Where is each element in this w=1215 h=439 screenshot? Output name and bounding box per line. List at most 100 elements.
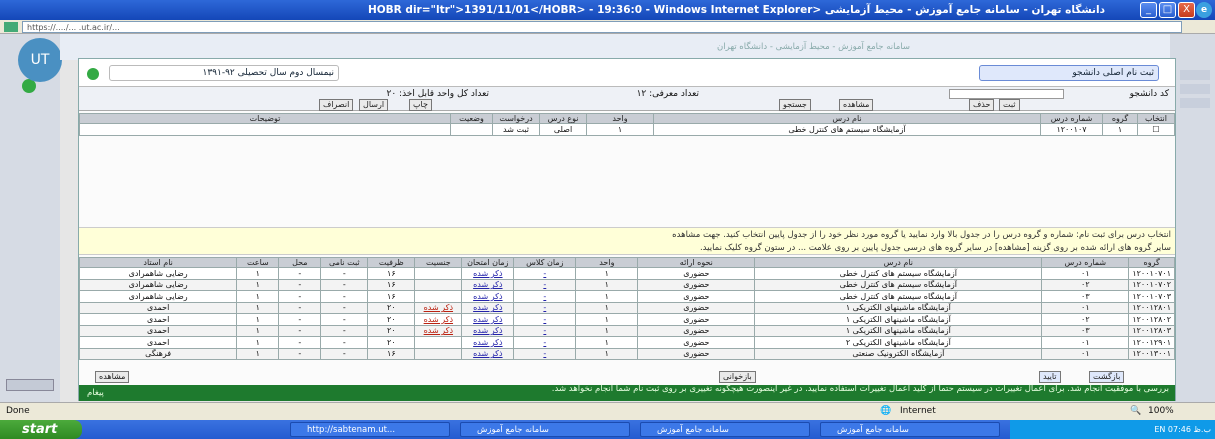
table-row[interactable]: ۱۲۰۰۱۲۹۰۱ ۰۱ آزمایشگاه ماشینهای الکتریکی ۲… [78,336,1175,349]
cell-teacher: احمدی [78,324,238,337]
cell-capacity: ۲۰ [367,313,416,326]
cell-class-time[interactable]: - [513,336,577,349]
col-header: وضعیت [450,113,493,124]
cell-course-code[interactable]: ۱۲۰۰۱۰۷ [1040,123,1103,136]
taskbar-item[interactable]: سامانه جامع آموزش [820,422,1000,437]
cell-group[interactable]: ۱۲۰۰۱۳۰۰۱ [1128,347,1175,360]
url-field[interactable]: https://..../... .ut.ac.ir/... [22,21,1182,33]
cell-class-time[interactable]: - [513,313,577,326]
close-button[interactable]: X [1178,2,1195,18]
cell-gender[interactable] [414,290,463,303]
cell-class-time[interactable]: - [513,347,577,360]
table-row[interactable]: ۱۲۰۰۱۰۷۰۲ ۰۲ آزمایشگاه سیستم های کنترل خطی… [78,278,1175,291]
view-button[interactable]: مشاهده [95,371,130,383]
table-header-row: گروه شماره درس نام درس نحوه ارائه واحد ز… [78,257,1175,268]
cell-exam-time[interactable]: ذکر شده [461,278,515,291]
refresh-button[interactable]: بازخوانی [719,371,756,383]
cancel-button[interactable]: انصراف [319,99,354,111]
cell-course-code: ۰۳ [1041,290,1130,303]
col-header: ظرفیت [367,257,416,268]
student-code-label: کد دانشجو [1129,89,1169,99]
maximize-button[interactable]: □ [1159,2,1176,18]
cell-exam-time[interactable]: ذکر شده [461,336,515,349]
zone-label: Internet [900,406,936,416]
table-row[interactable]: ۱۲۰۰۱۰۷۰۱ ۰۱ آزمایشگاه سیستم های کنترل خطی… [78,267,1175,280]
zoom-icon: 🔍 [1130,406,1142,416]
cell-teacher: رضایی شاهمرادی [78,290,238,303]
cell-course-name: آزمایشگاه الکترونیک صنعتی [754,347,1043,360]
cell-exam-time[interactable]: ذکر شده [461,313,515,326]
cell-exam-time[interactable]: ذکر شده [461,347,515,360]
cell-gender[interactable] [414,267,463,280]
taskbar-item[interactable]: http://sabtenam.ut... [290,422,450,437]
search-button[interactable]: جستجو [779,99,811,111]
student-code-input[interactable] [949,89,1064,99]
table-row[interactable]: ۱۲۰۰۱۰۷۰۳ ۰۳ آزمایشگاه سیستم های کنترل خطی… [78,290,1175,303]
cell-course-name: آزمایشگاه ماشینهای الکتریکی ۱ [754,313,1043,326]
zoom-level[interactable]: 100% [1148,403,1174,420]
site-header: سامانه جامع آموزش - محیط آزمایشی - دانشگ… [60,34,1170,60]
window-title-bar[interactable]: دانشگاه تهران - سامانه جامع آموزش - محیط… [0,0,1215,20]
cell-class-time[interactable]: - [513,278,577,291]
cell-group[interactable]: ۱۲۰۰۱۲۹۰۱ [1128,336,1175,349]
globe-icon: 🌐 [880,406,892,416]
col-header: محل [278,257,322,268]
selected-courses-table: انتخاب گروه شماره درس نام درس واحد نوع د… [79,113,1175,136]
cell-class-time[interactable]: - [513,267,577,280]
cell-group[interactable]: ۱ [1102,123,1138,136]
cell-gender[interactable] [414,347,463,360]
cell-group[interactable]: ۱۲۰۰۱۲۸۰۲ [1128,313,1175,326]
table-row[interactable]: ۱۲۰۰۱۲۸۰۳ ۰۳ آزمایشگاه ماشینهای الکتریکی ۱… [78,324,1175,337]
cell-class-time[interactable]: - [513,301,577,314]
table-row[interactable]: ۱۲۰۰۱۲۸۰۱ ۰۱ آزمایشگاه ماشینهای الکتریکی ۱… [78,301,1175,314]
cell-group[interactable]: ۱۲۰۰۱۰۷۰۲ [1128,278,1175,291]
cell-notes [79,123,451,136]
cell-group[interactable]: ۱۲۰۰۱۰۷۰۳ [1128,290,1175,303]
cell-units: ۱ [575,290,639,303]
cell-units: ۱ [575,313,639,326]
cell-exam-time[interactable]: ذکر شده [461,267,515,280]
start-button[interactable]: start [0,420,82,439]
cell-gender[interactable]: ذکر شده [414,324,463,337]
tray-clock[interactable]: EN 07:46 ب.ظ [1154,425,1211,434]
view-button[interactable]: مشاهده [839,99,874,111]
taskbar-item[interactable]: سامانه جامع آموزش [460,422,630,437]
col-header: ساعت [236,257,280,268]
right-sidebar-item[interactable] [1180,84,1210,94]
cell-group[interactable]: ۱۲۰۰۱۲۸۰۳ [1128,324,1175,337]
table-row[interactable]: ۱۲۰۰۱۳۰۰۱ ۰۱ آزمایشگاه الکترونیک صنعتی حضور… [78,347,1175,360]
col-header: ثبت نامی [320,257,369,268]
cell-units: ۱ [575,278,639,291]
cell-exam-time[interactable]: ذکر شده [461,301,515,314]
cell-gender[interactable]: ذکر شده [414,301,463,314]
cell-units: ۱ [575,324,639,337]
return-button[interactable]: بازگشت [1089,371,1125,383]
confirm-button[interactable]: تایید [1039,371,1061,383]
send-button[interactable]: ارسال [359,99,389,111]
cell-group[interactable]: ۱۲۰۰۱۰۷۰۱ [1128,267,1175,280]
cell-hours: ۱ [236,278,280,291]
table-row[interactable]: ☐ ۱ ۱۲۰۰۱۰۷ آزمایشگاه سیستم های کنترل خط… [79,123,1175,136]
cell-gender[interactable] [414,278,463,291]
save-button[interactable]: ثبت [999,99,1020,111]
sidebar-button[interactable] [6,379,54,391]
cell-exam-time[interactable]: ذکر شده [461,324,515,337]
cell-gender[interactable]: ذکر شده [414,313,463,326]
delete-button[interactable]: حذف [969,99,995,111]
cell-group[interactable]: ۱۲۰۰۱۲۸۰۱ [1128,301,1175,314]
right-sidebar-item[interactable] [1180,70,1210,80]
success-message: بررسی با موفقیت انجام شد. برای اعمال تغی… [551,384,1169,394]
cell-exam-time[interactable]: ذکر شده [461,290,515,303]
select-checkbox[interactable]: ☐ [1137,123,1175,136]
print-button[interactable]: چاپ [409,99,432,111]
col-header: شماره درس [1040,113,1103,124]
cell-class-time[interactable]: - [513,324,577,337]
minimize-button[interactable]: _ [1140,2,1157,18]
cell-class-time[interactable]: - [513,290,577,303]
right-sidebar-item[interactable] [1180,98,1210,108]
right-sidebar [1170,34,1215,402]
table-row[interactable]: ۱۲۰۰۱۲۸۰۲ ۰۲ آزمایشگاه ماشینهای الکتریکی ۱… [78,313,1175,326]
taskbar-item[interactable]: سامانه جامع آموزش [640,422,810,437]
cell-type: اصلی [539,123,587,136]
cell-gender[interactable] [414,336,463,349]
